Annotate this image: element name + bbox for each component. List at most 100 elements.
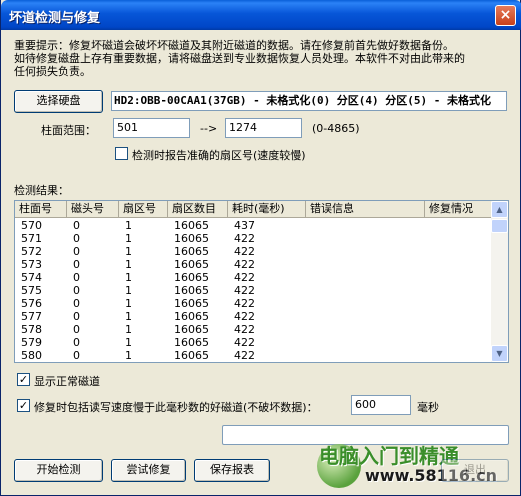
table-cell: 579 [21, 336, 42, 349]
col-error[interactable]: 错误信息 [306, 201, 425, 218]
table-cell: 422 [234, 258, 255, 271]
table-cell: 422 [234, 349, 255, 362]
slow-threshold-unit: 毫秒 [417, 401, 439, 414]
table-row[interactable]: 577 0 1 16065 422 [15, 310, 493, 323]
table-row[interactable]: 572 0 1 16065 422 [15, 245, 493, 258]
scroll-up-icon[interactable]: ▲ [491, 201, 508, 218]
table-cell: 570 [21, 219, 42, 232]
table-cell: 16065 [174, 245, 209, 258]
table-cell: 571 [21, 232, 42, 245]
results-table[interactable]: 柱面号 磁头号 扇区号 扇区数目 耗时(毫秒) 错误信息 修复情况 570 0 1 1… [14, 200, 509, 363]
table-cell: 580 [21, 349, 42, 362]
table-cell: 设备未就绪 [306, 362, 367, 363]
table-cell: 1 [125, 349, 132, 362]
table-header: 柱面号 磁头号 扇区号 扇区数目 耗时(毫秒) 错误信息 修复情况 [15, 201, 493, 218]
table-cell: 573 [21, 258, 42, 271]
table-cell: 422 [234, 232, 255, 245]
table-cell: 未检测 [119, 362, 158, 363]
table-cell: 16065 [174, 284, 209, 297]
bad-sector-window: 坏道检测与修复 × 重要提示：修复坏磁道会破坏坏磁道及其附近磁道的数据。请在修复… [0, 0, 521, 496]
show-normal-checkbox[interactable]: ✓ [17, 373, 30, 386]
range-label: 柱面范围： [41, 124, 96, 137]
range-end-input[interactable]: 1274 [225, 118, 302, 138]
table-cell: 0 [73, 271, 80, 284]
table-cell: 581 [15, 362, 42, 363]
table-cell: 1 [125, 232, 132, 245]
try-repair-button[interactable]: 尝试修复 [111, 459, 186, 482]
table-cell: 16065 [174, 349, 209, 362]
disk-info-field: HD2:OBB-00CAA1(37GB) - 未格式化(0) 分区(4) 分区(… [111, 91, 507, 111]
slow-threshold-input[interactable]: 600 [351, 395, 411, 415]
title-bar[interactable]: 坏道检测与修复 × [1, 0, 521, 30]
table-cell: 297 [228, 362, 255, 363]
show-normal-label: 显示正常磁道 [34, 375, 100, 388]
range-arrow: --> [200, 122, 218, 135]
table-cell: 16065 [174, 323, 209, 336]
table-cell: 578 [21, 323, 42, 336]
table-cell: 437 [234, 219, 255, 232]
table-cell: 16065 [174, 232, 209, 245]
col-cylinder[interactable]: 柱面号 [15, 201, 67, 218]
table-cell: 572 [21, 245, 42, 258]
table-row[interactable]: 576 0 1 16065 422 [15, 297, 493, 310]
col-time[interactable]: 耗时(毫秒) [228, 201, 306, 218]
table-row[interactable]: 573 0 1 16065 422 [15, 258, 493, 271]
close-button[interactable]: × [495, 5, 516, 26]
warning-notice: 重要提示：修复坏磁道会破坏坏磁道及其附近磁道的数据。请在修复前首先做好数据备份。… [14, 39, 514, 78]
vertical-scrollbar[interactable]: ▲ ▼ [491, 201, 508, 362]
table-row[interactable]: 570 0 1 16065 437 [15, 219, 493, 232]
table-cell: 577 [21, 310, 42, 323]
table-row[interactable]: 581 未检测 未检测 未检测 297 设备未就绪 [15, 362, 493, 363]
table-cell: 16065 [174, 219, 209, 232]
table-row[interactable]: 579 0 1 16065 422 [15, 336, 493, 349]
scroll-thumb[interactable] [491, 219, 508, 233]
table-cell: 0 [73, 336, 80, 349]
table-cell: 1 [125, 271, 132, 284]
table-cell: 1 [125, 323, 132, 336]
table-cell: 422 [234, 310, 255, 323]
select-disk-button[interactable]: 选择硬盘 [14, 90, 103, 113]
table-cell: 1 [125, 245, 132, 258]
table-cell: 0 [73, 284, 80, 297]
table-cell: 576 [21, 297, 42, 310]
table-cell: 未检测 [168, 362, 207, 363]
table-cell: 1 [125, 284, 132, 297]
save-report-button[interactable]: 保存报表 [194, 459, 270, 482]
watermark-text: 电脑入门到精通 [319, 444, 459, 468]
repair-slow-checkbox[interactable]: ✓ [17, 399, 30, 412]
table-row[interactable]: 571 0 1 16065 422 [15, 232, 493, 245]
col-sector[interactable]: 扇区号 [119, 201, 168, 218]
table-cell: 16065 [174, 297, 209, 310]
table-cell: 16065 [174, 258, 209, 271]
col-repair[interactable]: 修复情况 [425, 201, 493, 218]
exit-button[interactable]: 退出 [441, 459, 509, 482]
col-head[interactable]: 磁头号 [67, 201, 119, 218]
table-cell: 16065 [174, 336, 209, 349]
table-row[interactable]: 574 0 1 16065 422 [15, 271, 493, 284]
table-cell: 422 [234, 271, 255, 284]
notice-line-3: 任何损失负责。 [14, 65, 91, 78]
table-row[interactable]: 578 0 1 16065 422 [15, 323, 493, 336]
accurate-sector-checkbox[interactable] [115, 147, 128, 160]
table-cell: 0 [73, 297, 80, 310]
table-cell: 422 [234, 323, 255, 336]
table-cell: 1 [125, 297, 132, 310]
start-scan-button[interactable]: 开始检测 [14, 459, 103, 482]
table-cell: 1 [125, 219, 132, 232]
table-cell: 422 [234, 245, 255, 258]
table-row[interactable]: 575 0 1 16065 422 [15, 284, 493, 297]
col-sector-count[interactable]: 扇区数目 [168, 201, 228, 218]
table-cell: 1 [125, 310, 132, 323]
table-cell: 0 [73, 219, 80, 232]
table-cell: 0 [73, 232, 80, 245]
table-cell: 16065 [174, 271, 209, 284]
notice-line-2: 如待修复磁盘上存有重要数据，请将磁盘送到专业数据恢复人员处理。本软件不对由此带来… [14, 52, 465, 65]
table-cell: 1 [125, 336, 132, 349]
table-row[interactable]: 580 0 1 16065 422 [15, 349, 493, 362]
range-start-input[interactable]: 501 [113, 118, 190, 138]
table-cell: 16065 [174, 310, 209, 323]
table-cell: 0 [73, 258, 80, 271]
accurate-sector-label: 检测时报告准确的扇区号(速度较慢) [132, 149, 306, 162]
scroll-down-icon[interactable]: ▼ [491, 345, 508, 362]
window-title: 坏道检测与修复 [9, 11, 101, 26]
